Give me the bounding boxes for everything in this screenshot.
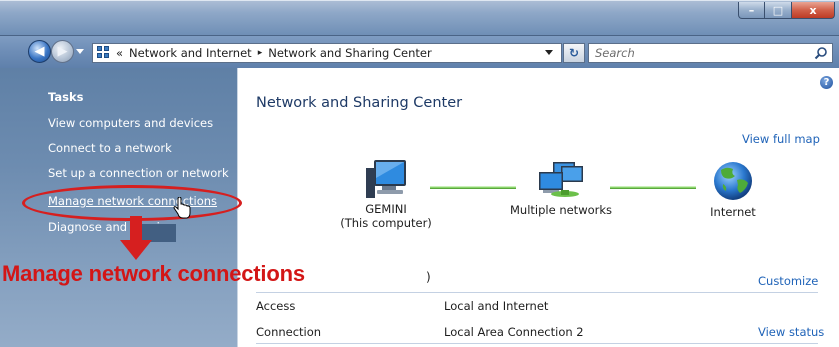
page-title: Network and Sharing Center [256, 95, 463, 111]
node-this-computer[interactable]: GEMINI (This computer) [340, 158, 432, 230]
connection-line-2 [610, 186, 696, 189]
red-down-arrow-icon [120, 216, 152, 260]
row-key-access: Access [256, 299, 296, 313]
address-bar[interactable]: « Network and Internet ▸ Network and Sha… [92, 43, 562, 63]
refresh-button[interactable]: ↻ [563, 43, 585, 63]
row-value-connection: Local Area Connection 2 [444, 325, 584, 339]
globe-icon [714, 162, 752, 200]
navigation-bar: ◀ ▶ « Network and Internet ▸ Network and… [0, 36, 839, 68]
back-button[interactable]: ◀ [28, 40, 51, 63]
sidebar-title: Tasks [48, 90, 84, 104]
node-name: Internet [710, 205, 756, 219]
section-heading-tail: ) [426, 270, 431, 284]
view-full-map-link[interactable]: View full map [742, 132, 820, 146]
window-caption-buttons: – □ x [738, 2, 835, 19]
network-folder-icon [97, 46, 111, 60]
node-internet[interactable]: Internet [700, 160, 766, 219]
search-icon[interactable] [814, 46, 828, 60]
search-placeholder: Search [595, 46, 635, 60]
row-divider [256, 343, 818, 344]
view-status-link[interactable]: View status [758, 325, 824, 339]
sidebar-item-view-computers[interactable]: View computers and devices [48, 116, 213, 130]
customize-link[interactable]: Customize [758, 274, 818, 288]
sidebar-item-setup-connection[interactable]: Set up a connection or network [48, 166, 229, 180]
recent-pages-dropdown[interactable] [76, 49, 84, 54]
row-key-connection: Connection [256, 325, 322, 339]
computer-icon [366, 160, 406, 198]
tasks-sidebar: Tasks View computers and devices Connect… [0, 68, 242, 347]
breadcrumb-item-network-and-internet[interactable]: Network and Internet [129, 46, 252, 60]
window-title-bar: – □ x [0, 0, 839, 36]
breadcrumb-separator-icon[interactable]: ▸ [258, 48, 263, 58]
breadcrumb-overflow[interactable]: « [116, 46, 123, 60]
networks-icon [539, 162, 583, 197]
close-button[interactable]: x [792, 2, 835, 19]
node-name: GEMINI [365, 202, 407, 216]
node-multiple-networks[interactable]: Multiple networks [506, 160, 616, 217]
hand-cursor-icon [173, 197, 191, 219]
maximize-button[interactable]: □ [765, 2, 792, 19]
sidebar-item-connect-to-network[interactable]: Connect to a network [48, 141, 172, 155]
forward-button[interactable]: ▶ [51, 40, 74, 63]
section-divider [256, 292, 818, 293]
row-value-access: Local and Internet [444, 299, 549, 313]
help-icon[interactable]: ? [820, 76, 833, 89]
address-dropdown-icon[interactable] [545, 50, 553, 55]
connection-line-1 [430, 186, 516, 189]
annotation-caption: Manage network connections [2, 261, 305, 286]
search-input[interactable]: Search [588, 43, 833, 63]
minimize-button[interactable]: – [738, 2, 765, 19]
node-name: Multiple networks [509, 203, 613, 217]
breadcrumb-item-network-and-sharing-center[interactable]: Network and Sharing Center [268, 46, 431, 60]
node-sublabel: (This computer) [340, 216, 432, 230]
